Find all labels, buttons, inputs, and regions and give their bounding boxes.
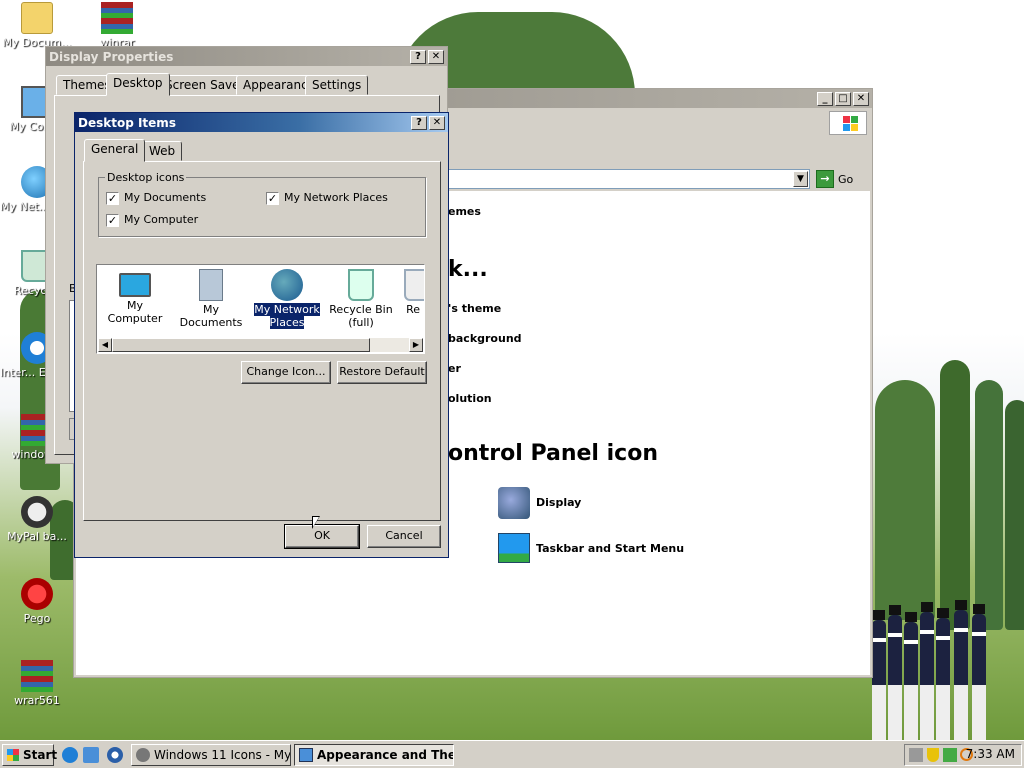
start-button[interactable]: Start — [2, 744, 57, 766]
task-themes[interactable]: emes — [448, 205, 481, 218]
tab-general[interactable]: General — [84, 139, 146, 162]
taskbar-item-appearance[interactable]: Appearance and The... — [294, 744, 454, 766]
keyboard-icon[interactable] — [909, 748, 923, 762]
winrar-icon — [101, 2, 133, 34]
task-change-theme[interactable]: 's theme — [448, 302, 501, 315]
task-screen-resolution[interactable]: olution — [448, 392, 492, 405]
minimize-button[interactable]: _ — [817, 91, 833, 106]
desktop-icon-wrar561[interactable]: wrar561 — [0, 660, 74, 707]
address-bar[interactable]: ▼ — [444, 169, 810, 189]
chevron-down-icon[interactable]: ▼ — [793, 171, 808, 187]
network-tray-icon[interactable] — [943, 748, 957, 762]
clock[interactable]: 7:33 AM — [966, 747, 1015, 761]
help-button[interactable]: ? — [410, 49, 426, 64]
computer-icon — [119, 273, 151, 297]
wallpaper-soldiers — [870, 590, 990, 740]
checkbox[interactable]: ✓ — [106, 213, 119, 227]
list-item-recycle-bin[interactable]: Recycle Bin (full) — [325, 269, 397, 329]
pego-icon — [21, 578, 53, 610]
list-item-recycle-bin-empty[interactable]: Re ( — [397, 269, 424, 316]
pick-task-heading: k... — [448, 257, 488, 282]
windows-logo-icon — [829, 111, 867, 135]
tab-settings[interactable]: Settings — [305, 75, 369, 95]
checkbox[interactable]: ✓ — [106, 191, 119, 205]
checkbox-my-network-places[interactable]: ✓ My Network Places — [266, 191, 388, 205]
checkbox-my-computer[interactable]: ✓ My Computer — [106, 213, 198, 227]
wallpaper-tree — [1005, 400, 1024, 630]
desktop-icon-pego[interactable]: Pego — [0, 578, 74, 625]
arrow-right-icon: → — [816, 170, 834, 188]
horizontal-scrollbar[interactable]: ◀ ▶ — [98, 338, 423, 352]
system-tray: 7:33 AM — [904, 744, 1022, 766]
display-icon[interactable] — [498, 487, 530, 519]
change-icon-button[interactable]: Change Icon... — [241, 361, 331, 384]
quick-launch-media-icon[interactable] — [107, 747, 123, 763]
desktop-icons-list[interactable]: My Computer My Documents My Network Plac… — [96, 264, 425, 354]
desktop-icon-mypal[interactable]: MyPal ba... — [0, 496, 74, 543]
wallpaper-tree — [875, 380, 935, 620]
taskbar-icon[interactable] — [498, 533, 530, 563]
help-button[interactable]: ? — [411, 115, 427, 130]
list-item-my-network-places[interactable]: My Network Places — [251, 269, 323, 329]
desktop-icon-winrar[interactable]: winrar — [80, 2, 154, 49]
taskbar-link[interactable]: Taskbar and Start Menu — [536, 542, 684, 555]
close-button[interactable]: ✕ — [428, 49, 444, 64]
quick-launch-desktop-icon[interactable] — [83, 747, 99, 763]
cancel-button[interactable]: Cancel — [367, 525, 441, 548]
document-icon — [199, 269, 223, 301]
desktop-items-titlebar: Desktop Items ? ✕ — [75, 113, 448, 132]
desktop-icon-my-documents[interactable]: My Docum... — [0, 2, 74, 49]
recycle-bin-icon — [348, 269, 374, 301]
quick-launch-ie-icon[interactable] — [62, 747, 78, 763]
raccoon-icon — [136, 748, 150, 762]
maximize-button[interactable]: □ — [835, 91, 851, 106]
tab-desktop[interactable]: Desktop — [106, 73, 170, 96]
winrar-icon — [21, 660, 53, 692]
pick-icon-heading: ontrol Panel icon — [448, 441, 658, 466]
mouse-cursor — [312, 516, 320, 529]
list-item-my-computer[interactable]: My Computer — [99, 269, 171, 325]
checkbox[interactable]: ✓ — [266, 191, 279, 205]
close-button[interactable]: ✕ — [429, 115, 445, 130]
checkbox-my-documents[interactable]: ✓ My Documents — [106, 191, 206, 205]
shield-icon[interactable] — [927, 748, 939, 762]
scroll-thumb[interactable] — [112, 338, 370, 352]
taskbar: Start Windows 11 Icons - Mypal Appearanc… — [0, 740, 1024, 768]
scroll-right-icon[interactable]: ▶ — [409, 338, 423, 352]
task-screen-saver[interactable]: er — [448, 362, 461, 375]
recycle-bin-icon — [404, 269, 424, 301]
control-panel-icon — [299, 748, 313, 762]
restore-default-button[interactable]: Restore Default — [337, 361, 427, 384]
group-label: Desktop icons — [105, 171, 187, 184]
display-properties-titlebar: Display Properties ? ✕ — [46, 47, 447, 66]
raccoon-icon — [21, 496, 53, 528]
display-link[interactable]: Display — [536, 496, 581, 509]
task-change-background[interactable]: background — [448, 332, 522, 345]
network-icon — [271, 269, 303, 301]
close-button[interactable]: ✕ — [853, 91, 869, 106]
tab-web[interactable]: Web — [142, 141, 183, 161]
folder-icon — [21, 2, 53, 34]
taskbar-item-mypal[interactable]: Windows 11 Icons - Mypal — [131, 744, 291, 766]
list-item-my-documents[interactable]: My Documents — [175, 269, 247, 329]
ok-button[interactable]: OK — [284, 524, 360, 549]
go-button[interactable]: → Go — [816, 169, 853, 189]
scroll-left-icon[interactable]: ◀ — [98, 338, 112, 352]
desktop-icons-group — [98, 177, 426, 237]
